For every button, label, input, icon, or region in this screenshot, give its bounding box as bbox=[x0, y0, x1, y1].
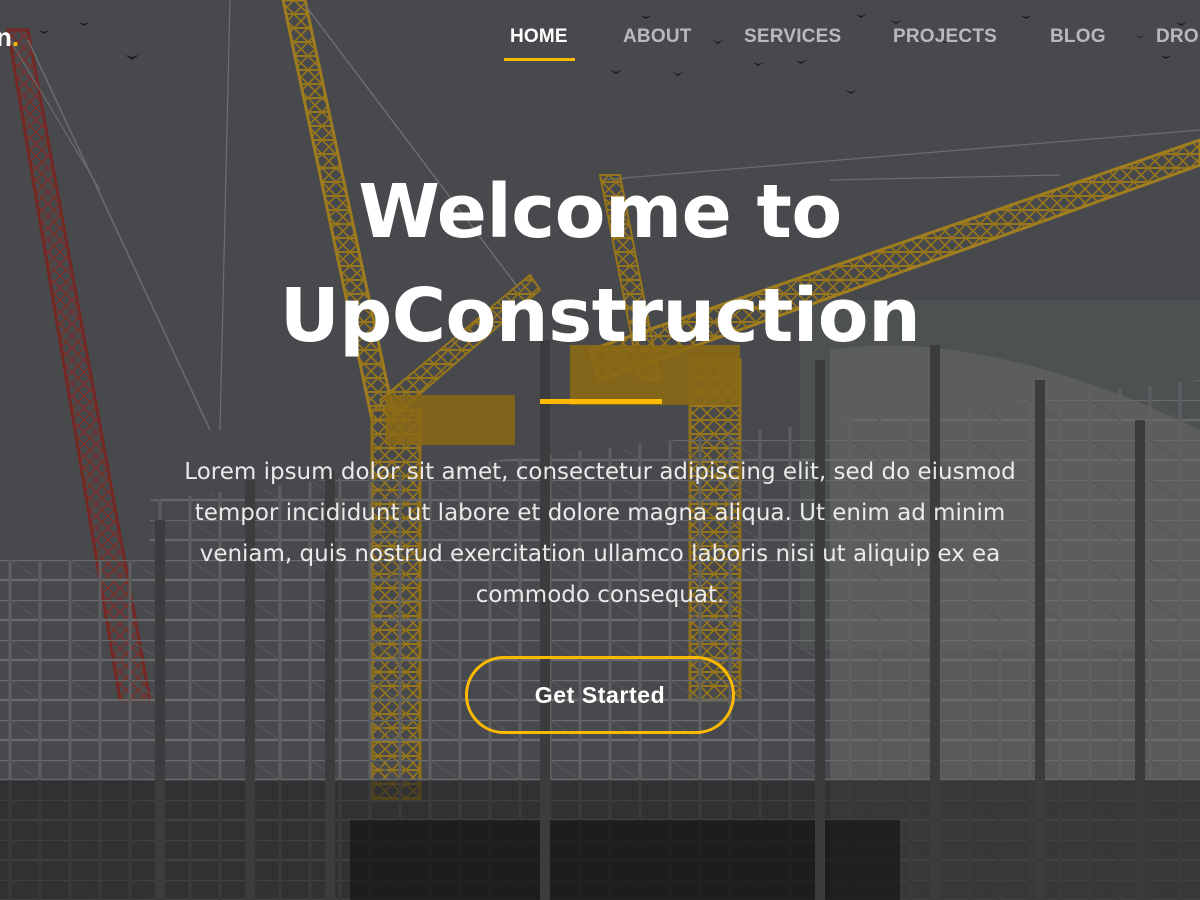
active-nav-indicator bbox=[504, 58, 575, 61]
dark-overlay bbox=[0, 0, 1200, 900]
nav-link-blog[interactable]: BLOG bbox=[1050, 24, 1106, 50]
nav-link-home[interactable]: HOME bbox=[510, 24, 568, 50]
hero-title-line2: UpConstruction bbox=[279, 273, 921, 359]
title-divider bbox=[540, 399, 662, 404]
nav-link-projects[interactable]: PROJECTS bbox=[893, 24, 997, 50]
nav-link-about[interactable]: ABOUT bbox=[623, 24, 692, 50]
hero-description: Lorem ipsum dolor sit amet, consectetur … bbox=[184, 459, 1016, 608]
hero-title-line1: Welcome to bbox=[358, 169, 842, 255]
get-started-button[interactable]: Get Started bbox=[465, 656, 735, 734]
hero-title: Welcome to UpConstruction bbox=[100, 160, 1100, 368]
nav-link-dropdown[interactable]: DROP bbox=[1156, 24, 1200, 50]
main-navigation: HOME ABOUT SERVICES PROJECTS BLOG DROP bbox=[0, 24, 1200, 64]
hero-section: n. HOME ABOUT SERVICES PROJECTS BLOG DRO… bbox=[0, 0, 1200, 900]
nav-link-services[interactable]: SERVICES bbox=[744, 24, 841, 50]
